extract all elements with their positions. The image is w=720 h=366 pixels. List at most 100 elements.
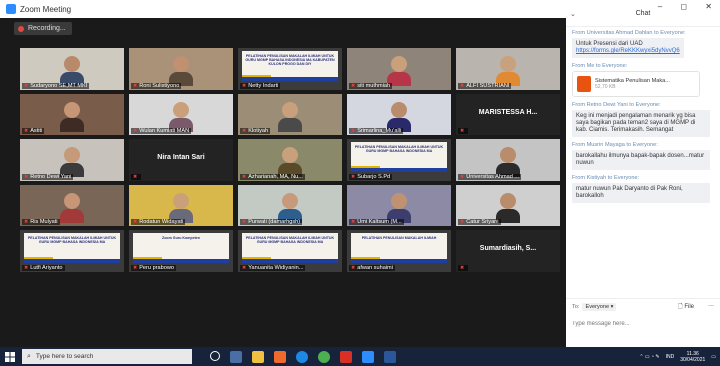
participant-video [169, 56, 193, 86]
clock-date: 30/04/2021 [680, 356, 706, 363]
participant-tile[interactable]: Zoom Guru Kompeten ✖ Peru prabowo [129, 230, 233, 272]
mic-muted-icon: ✖ [242, 82, 247, 89]
participant-tile[interactable]: ✖ Catur Sriyani [456, 184, 560, 226]
chat-message: From Musrin Mayaga to Everyone: barokall… [572, 142, 716, 170]
participant-name-tag: ✖ Sudaryono SE,MT MKI [22, 82, 90, 89]
participant-tile[interactable]: ✖ Klotiyah [238, 93, 342, 135]
participant-name-tag: ✖ Roni Sulistiyono [131, 82, 182, 89]
mic-muted-icon: ✖ [351, 219, 356, 225]
participant-tile[interactable]: Nira Intan Sari ✖ [129, 139, 233, 181]
message-sender: From Universitas Ahmad Dahlan to Everyon… [572, 30, 686, 36]
message-text: Untuk Presensi dari UAD [576, 41, 643, 47]
participant-tile[interactable]: ✖ Srimarlina_Mu'alli [347, 93, 451, 135]
chat-input[interactable] [572, 321, 712, 327]
recording-indicator[interactable]: Recording... [14, 22, 72, 35]
participant-name-tag: ✖ [131, 173, 142, 180]
recipient-row: To: Everyone ▾ [572, 303, 617, 311]
participant-name-tag: ✖ Astiti [22, 128, 45, 134]
participant-tile[interactable]: ✖ Azharianah, MA, Nu... [238, 139, 342, 181]
participant-name: Sudaryono SE,MT MKI [30, 82, 88, 89]
mic-muted-icon: ✖ [133, 219, 138, 225]
word-icon[interactable] [384, 350, 396, 363]
message-sender: From Kistiyah to Everyone: [572, 175, 640, 181]
language-indicator[interactable]: IND [666, 354, 675, 360]
participant-tile[interactable]: PELATIHAN PENULISAN MAKALAH ILMIAH UNTUK… [238, 48, 342, 90]
participant-video [496, 192, 520, 223]
participant-name-tag: ✖ [458, 264, 469, 271]
message-sender: From Musrin Mayaga to Everyone: [572, 142, 658, 148]
chrome-icon[interactable] [318, 350, 330, 363]
tray-icons[interactable]: ⌃ ▭ ◔ ✎ [639, 354, 659, 360]
mic-muted-icon: ✖ [460, 219, 465, 225]
participant-tile[interactable]: ✖ Retno Dewi Yani [20, 139, 124, 181]
windows-start-icon[interactable] [0, 347, 20, 366]
chat-composer: To: Everyone ▾ 🗋 File ... [566, 298, 720, 347]
participant-name: Subarjo S.Pd [357, 173, 391, 180]
participant-tile[interactable]: MARISTESSA H... ✖ [456, 93, 560, 135]
recording-label: Recording... [28, 25, 66, 32]
participant-name: Umi Kaltsum (M... [357, 219, 402, 225]
participant-tile[interactable]: ✖ Rodatun Widayati [129, 184, 233, 226]
participant-tile[interactable]: PELATIHAN PENULISAN MAKALAH ILMIAH UNTUK… [347, 139, 451, 181]
participant-tile[interactable]: ✖ Ris Mulyati [20, 184, 124, 226]
participant-name-tag: ✖ Wulan Kumiati MAN [131, 128, 192, 134]
participant-name-tag: ✖ ALFI SUSTRIANI [458, 82, 512, 89]
taskbar-apps [210, 350, 406, 363]
participant-tile[interactable]: ✖ Umi Kaltsum (M... [347, 184, 451, 226]
participant-tile[interactable]: ✖ Roni Sulistiyono [129, 48, 233, 90]
meeting-topbar: Recording... [0, 18, 566, 40]
cortana-icon[interactable] [210, 350, 220, 361]
participant-tile[interactable]: ✖ Purwati (damarhgsh) [238, 184, 342, 226]
participant-tile[interactable]: ✖ ALFI SUSTRIANI [456, 48, 560, 90]
participant-tile[interactable]: ✖ Wulan Kumiati MAN [129, 93, 233, 135]
participant-name-tag: ✖ siti muthmiah [349, 82, 393, 89]
file-attachment[interactable]: Sistematika Penulisan Maka... 52,70 KB [572, 71, 700, 97]
mic-muted-icon: ✖ [24, 219, 29, 225]
edge-icon[interactable] [296, 350, 308, 363]
participant-tile[interactable]: ✖ Astiti [20, 93, 124, 135]
participant-name-tag: ✖ Srimarlina_Mu'alli [349, 128, 404, 134]
window-controls[interactable]: – ◻ ✕ [658, 2, 720, 11]
file-button[interactable]: 🗋 File [678, 302, 694, 312]
app-icon[interactable] [274, 350, 286, 363]
participant-name-tag: ✖ afwan suhaimi [349, 264, 395, 271]
chat-message: From Universitas Ahmad Dahlan to Everyon… [572, 30, 716, 58]
shared-slide: Zoom Guru Kompeten [133, 233, 229, 263]
chat-messages[interactable]: From Universitas Ahmad Dahlan to Everyon… [566, 28, 720, 298]
participant-name-tag: ✖ Peru prabowo [131, 264, 177, 271]
message-link[interactable]: https://forms.gle/ReKKKwyxi5dyNvvQ6 [576, 48, 680, 54]
message-bubble: Untuk Presensi dari UAD https://forms.gle… [572, 38, 684, 58]
clock[interactable]: 11.36 30/04/2021 [680, 351, 705, 363]
participant-name-tag: ✖ Umi Kaltsum (M... [349, 219, 404, 225]
mic-muted-icon: ✖ [24, 82, 29, 89]
file-explorer-icon[interactable] [252, 350, 264, 363]
message-text: Keg ini menjadi pengalaman menarik yg bi… [576, 113, 696, 133]
notification-icon[interactable]: ▭ [711, 354, 716, 360]
participant-tile[interactable]: PELATIHAN PENULISAN MAKALAH ILMIAH UNTUK… [20, 230, 124, 272]
participant-name-tag: ✖ Retno Dewi Yani [22, 173, 74, 180]
recipient-select[interactable]: Everyone ▾ [582, 303, 617, 311]
system-tray: ⌃ ▭ ◔ ✎ IND 11.36 30/04/2021 ▭ [639, 349, 716, 364]
chat-panel: ⌄ Chat – ◻ ✕ From Universitas Ahmad Dahl… [566, 0, 720, 347]
taskbar-search[interactable]: ⌕ Type here to search [22, 349, 192, 364]
participant-tile[interactable]: ✖ Universitas Ahmad ... [456, 139, 560, 181]
slide-title: PELATIHAN PENULISAN MAKALAH ILMIAH UNTUK… [245, 236, 335, 245]
participant-tile[interactable]: ✖ Sudaryono SE,MT MKI [20, 48, 124, 90]
mic-muted-icon: ✖ [133, 173, 138, 180]
participant-name-tag: ✖ Rodatun Widayati [131, 219, 186, 225]
zoom-taskbar-icon[interactable] [362, 350, 374, 363]
participant-name: Rodatun Widayati [139, 219, 184, 225]
participant-tile[interactable]: Sumardiasih, S... ✖ [456, 230, 560, 272]
message-bubble: barokallahu ilmunya bapak-bapak dosen...… [572, 150, 710, 170]
slide-title: PELATIHAN PENULISAN MAKALAH ILMIAH UNTUK… [245, 54, 335, 67]
file-size: 52,70 KB [595, 84, 616, 90]
more-options-button[interactable]: ... [708, 301, 714, 308]
participant-tile[interactable]: PELATIHAN PENULISAN MAKALAH ILMIAH UNTUK… [238, 230, 342, 272]
participant-tile[interactable]: ✖ siti muthmiah [347, 48, 451, 90]
mic-muted-icon: ✖ [24, 264, 29, 271]
mic-muted-icon: ✖ [351, 173, 356, 180]
task-view-icon[interactable] [230, 350, 242, 363]
pdf-icon[interactable] [340, 350, 352, 363]
participant-tile[interactable]: PELATIHAN PENULISAN MAKALAH ILMIAH ✖ afw… [347, 230, 451, 272]
participant-name-tag: ✖ Yanuanita Widiyanin... [240, 264, 306, 271]
